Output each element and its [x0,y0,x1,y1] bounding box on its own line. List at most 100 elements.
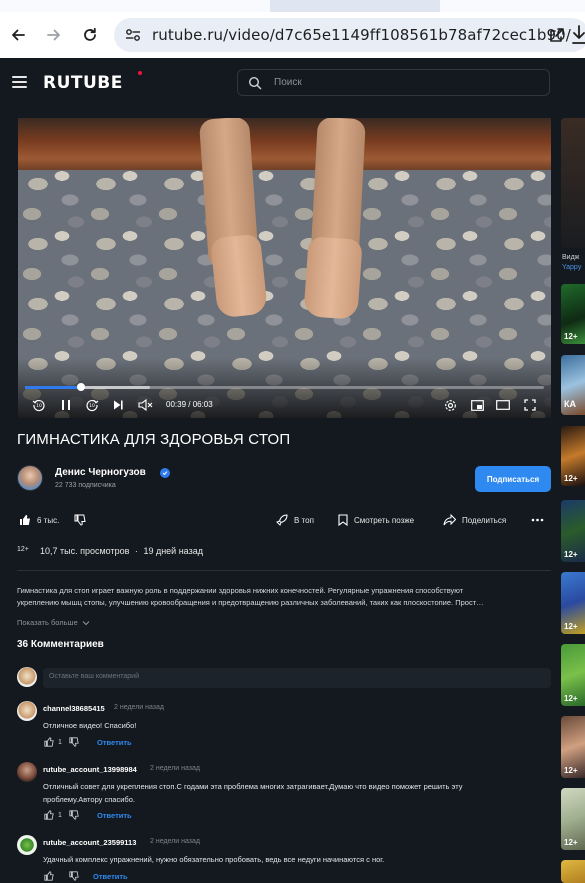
video-meta: 10,7 тыс. просмотров · 19 дней назад [40,546,203,556]
comment-like-count: 1 [58,811,62,819]
logo-dot [138,71,142,75]
site-settings-icon[interactable] [122,25,144,45]
reply-button[interactable]: Ответить [97,738,132,747]
progress-bar[interactable] [25,383,544,391]
mute-button[interactable] [136,397,154,413]
forward-10-button[interactable]: 10 [84,397,100,413]
search-input[interactable]: Поиск [237,69,550,96]
url-text[interactable]: rutube.ru/video/d7c65e1149ff108561b78af7… [152,26,571,44]
subscriber-count: 22 733 подписчика [55,482,116,489]
site-header: RUTUBE Поиск [0,58,585,108]
comment-text: Отличное видео! Спасибо! [43,721,137,730]
verified-icon [160,468,170,478]
video-title: ГИМНАСТИКА ДЛЯ ЗДОРОВЬЯ СТОП [17,431,291,448]
comment-dislike-button[interactable] [69,737,79,747]
more-options-button[interactable] [531,512,550,528]
arrow-left-icon [12,29,25,41]
recommended-video-thumbnail[interactable] [561,860,585,883]
bookmark-icon [338,514,348,526]
video-player[interactable]: 10 10 00:39 / 06:03 [18,118,551,418]
recommended-channel-fragment[interactable]: Yappy [562,264,581,271]
show-more-button[interactable]: Показать больше [17,618,90,627]
comment-dislike-button[interactable] [69,871,79,881]
reply-button[interactable]: Ответить [97,811,132,820]
comment-like-button[interactable] [44,871,54,881]
comment-like-button[interactable]: 1 [44,737,62,747]
comments-count: 36 Комментариев [17,639,104,650]
channel-avatar[interactable] [17,465,43,491]
like-button[interactable]: 6 тыс. [19,512,59,528]
video-description: Гимнастика для стоп играет важную роль в… [17,585,547,609]
share-button[interactable]: Поделиться [443,512,506,528]
dislike-button[interactable] [74,512,92,528]
subscribe-button[interactable]: Подписаться [475,466,551,492]
age-rating-badge: 12+ [564,766,578,775]
gear-icon [444,399,456,411]
comment-like-button[interactable]: 1 [44,810,62,820]
mini-player-button[interactable] [469,397,485,413]
recommended-video-thumbnail[interactable]: 12+ [561,644,585,706]
menu-icon[interactable] [12,76,27,88]
thumbs-up-icon [44,737,54,747]
address-bar[interactable]: rutube.ru/video/d7c65e1149ff108561b78af7… [114,18,585,52]
recommended-video-thumbnail[interactable]: 12+ [561,284,585,344]
age-rating-badge: 12+ [564,550,578,559]
description-line: укреплению мышц стопы, улучшению кровооб… [17,598,484,607]
recommended-video-thumbnail[interactable]: 12+ [561,426,585,486]
like-count: 6 тыс. [37,515,60,525]
forward-10-icon: 10 [86,400,99,412]
theater-mode-icon [496,400,510,410]
age-rating-badge: 12+ [564,694,578,703]
watch-later-label: Смотреть позже [354,515,415,525]
next-video-button[interactable] [110,397,126,413]
theater-mode-button[interactable] [495,397,511,413]
forward-button[interactable] [41,22,67,48]
comment-dislike-button[interactable] [69,810,79,820]
comment-author[interactable]: rutube_account_13998984 [43,765,137,774]
comment-avatar[interactable] [17,835,37,855]
comment-input[interactable]: Оставьте ваш комментарий [43,668,551,688]
browser-tab[interactable] [440,0,585,12]
comment-avatar[interactable] [17,701,37,721]
view-count: 10,7 тыс. просмотров [40,546,130,556]
comment-text-line: проблему.Автору спасибо. [43,795,135,804]
share-icon [443,514,456,526]
reload-icon [84,27,96,41]
svg-text:10: 10 [36,403,42,409]
reply-button[interactable]: Ответить [93,872,128,881]
my-avatar [17,667,37,687]
comment-avatar[interactable] [17,762,37,782]
age-rating-badge: 12+ [17,546,29,553]
recommended-video-thumbnail[interactable]: 12+ [561,572,585,634]
thumbs-down-icon [69,810,79,820]
recommended-video-thumbnail[interactable] [561,118,585,248]
recommended-title-fragment[interactable]: Видж [562,254,579,261]
recommended-video-thumbnail[interactable]: 12+ [561,788,585,850]
settings-button[interactable] [442,397,458,413]
comment-date: 2 недели назад [150,765,200,772]
recommended-video-thumbnail[interactable]: КА [561,355,585,415]
thumbs-down-icon [69,871,79,881]
download-icon[interactable] [572,22,585,48]
comment-author[interactable]: channel38685415 [43,704,105,713]
comment-author[interactable]: rutube_account_23599113 [43,838,136,847]
watch-later-button[interactable]: Смотреть позже [338,512,414,528]
reload-button[interactable] [77,22,103,48]
browser-tab[interactable] [0,0,270,12]
thumbs-down-icon [74,514,86,526]
open-in-app-icon[interactable] [546,25,568,45]
comment-input-placeholder: Оставьте ваш комментарий [49,673,139,680]
channel-name[interactable]: Денис Черногузов [55,467,146,478]
fullscreen-button[interactable] [522,397,538,413]
rutube-logo[interactable]: RUTUBE [43,73,123,93]
fullscreen-icon [524,399,536,411]
progress-handle[interactable] [77,383,86,391]
to-top-button[interactable]: В топ [276,512,314,528]
rewind-10-button[interactable]: 10 [31,397,47,413]
thumbs-up-icon [44,810,54,820]
recommended-video-thumbnail[interactable]: 12+ [561,716,585,778]
recommended-video-thumbnail[interactable]: 12+ [561,500,585,562]
time-display: 00:39 / 06:03 [166,400,213,409]
back-button[interactable] [5,22,31,48]
pause-button[interactable] [58,397,74,413]
